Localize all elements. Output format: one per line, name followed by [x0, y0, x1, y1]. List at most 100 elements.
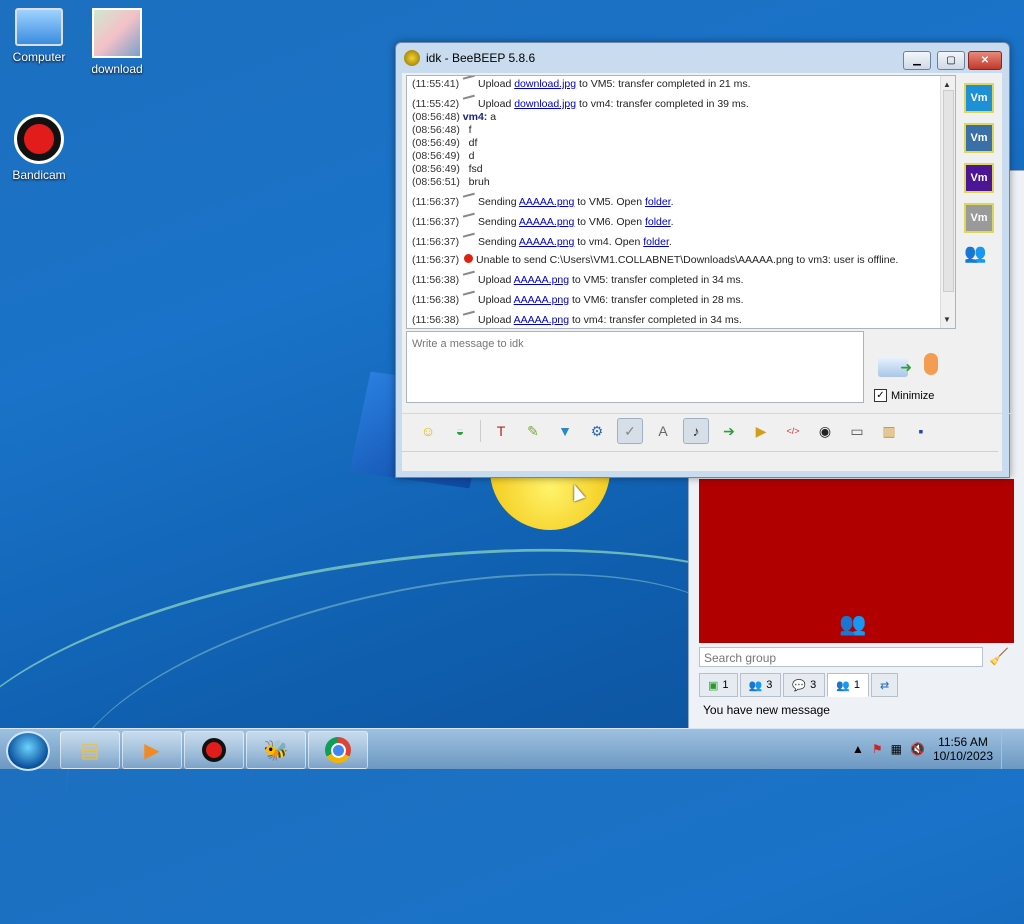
tab-count: 3 [810, 679, 817, 691]
nudge-button[interactable]: ◒ [448, 419, 472, 443]
log-row: (11:55:42) Upload download.jpg to vm4: t… [407, 94, 955, 111]
log-text: to vm4: transfer completed in 34 ms. [569, 314, 742, 326]
note-button[interactable]: ♪ [683, 418, 709, 444]
tab-online-users[interactable]: ▣ 1 [699, 673, 738, 697]
minimize-option[interactable]: ✓ Minimize [874, 389, 934, 402]
microphone-icon[interactable] [924, 353, 938, 375]
file-link[interactable]: AAAAA.png [519, 216, 574, 228]
search-group-input[interactable]: Search group [699, 647, 983, 667]
file-link[interactable]: AAAAA.png [514, 314, 569, 326]
log-text: to VM6. Open [574, 216, 645, 228]
chat-body: (11:55:41) Upload download.jpg to VM5: t… [402, 73, 1012, 471]
spellcheck-icon: ✓ [624, 422, 636, 439]
spellcheck-button[interactable]: ✓ [617, 418, 643, 444]
settings-button[interactable]: ⚙ [585, 419, 609, 443]
settings-icon: ⚙ [590, 422, 604, 439]
tab-groups[interactable]: 👥 3 [739, 673, 782, 697]
log-time: (11:55:42) [412, 98, 460, 110]
chat-scrollbar[interactable]: ▲ ▼ [940, 76, 955, 328]
desktop-icon-label: Bandicam [12, 168, 66, 182]
chat-log[interactable]: (11:55:41) Upload download.jpg to VM5: t… [406, 75, 956, 329]
show-desktop-button[interactable] [1001, 729, 1014, 769]
bandicam-icon [202, 738, 226, 762]
tab-users[interactable]: 👥 1 [827, 673, 870, 697]
minimize-button[interactable]: ▁ [903, 51, 931, 70]
close-button[interactable]: ✕ [968, 51, 1002, 70]
member-avatar[interactable]: Vm [964, 163, 994, 193]
filter-button[interactable]: ▼ [553, 419, 577, 443]
save-icon: ▭ [850, 422, 864, 439]
file-link[interactable]: AAAAA.png [514, 274, 569, 286]
desktop-icon-download[interactable]: download [82, 8, 152, 76]
file-link[interactable]: AAAAA.png [519, 236, 574, 248]
member-avatar[interactable]: Vm [964, 123, 994, 153]
upload-icon [462, 212, 478, 227]
taskbar-beebeep[interactable]: 🐝 [246, 731, 306, 769]
log-row: (08:56:48) f [407, 124, 955, 137]
file-link[interactable]: download.jpg [514, 78, 576, 90]
taskbar-media-player[interactable]: ▶ [122, 731, 182, 769]
log-row: (08:56:48) vm4: a [407, 111, 955, 124]
maximize-button[interactable]: ▢ [937, 51, 965, 70]
text-format-button[interactable]: A [651, 419, 675, 443]
log-time: (08:56:49) [412, 137, 460, 149]
network-icon[interactable]: ▦ [891, 742, 902, 756]
html-button[interactable]: </> [781, 419, 805, 443]
send-file-button[interactable]: ➔ [717, 419, 741, 443]
log-error-text: Unable to send C:\Users\VM1.COLLABNET\Do… [476, 254, 899, 266]
message-text: df [468, 137, 478, 149]
desktop-icon-bandicam[interactable]: Bandicam [4, 114, 74, 182]
share-icon: ⇄ [880, 679, 890, 692]
file-link[interactable]: download.jpg [514, 98, 576, 110]
bandicam-icon [14, 114, 64, 164]
filter-icon: ▼ [558, 423, 572, 439]
folder-link[interactable]: folder [645, 216, 671, 228]
volume-icon[interactable]: 🔇 [910, 742, 925, 756]
beebeep-icon: 🐝 [263, 739, 289, 762]
log-text: Upload [478, 78, 515, 90]
taskbar-bandicam[interactable] [184, 731, 244, 769]
message-text: a [487, 111, 497, 123]
clear-search-icon[interactable]: 🧹 [989, 647, 1009, 667]
action-center-icon[interactable]: ⚑ [872, 742, 883, 756]
color-button[interactable]: ✎ [521, 419, 545, 443]
log-text: to VM5: transfer completed in 34 ms. [569, 274, 744, 286]
file-link[interactable]: AAAAA.png [519, 196, 574, 208]
start-button[interactable] [6, 731, 50, 771]
folder-link[interactable]: folder [645, 196, 671, 208]
log-time: (11:56:38) [412, 314, 460, 326]
scroll-thumb[interactable] [943, 90, 954, 292]
floppy-icon: ▪ [918, 423, 924, 439]
send-icon[interactable] [878, 357, 912, 377]
history-button[interactable]: ▥ [877, 419, 901, 443]
save-button[interactable]: ▭ [845, 419, 869, 443]
clock[interactable]: 11:56 AM 10/10/2023 [933, 735, 993, 763]
file-link[interactable]: AAAAA.png [514, 294, 569, 306]
log-time: (11:56:38) [412, 294, 460, 306]
taskbar-explorer[interactable]: ▤ [60, 731, 120, 769]
taskbar-chrome[interactable] [308, 731, 368, 769]
tab-chats[interactable]: 💬 3 [783, 673, 826, 697]
member-avatar[interactable]: Vm [964, 203, 994, 233]
add-members-icon[interactable]: 👥 [964, 243, 992, 265]
log-time: (08:56:49) [412, 163, 460, 175]
desktop-icon-computer[interactable]: Computer [4, 8, 74, 64]
log-text: Upload [478, 314, 514, 326]
show-hidden-icons-icon[interactable]: ▲ [852, 742, 864, 756]
message-input[interactable]: Write a message to idk [406, 331, 864, 403]
send-folder-icon: ▶ [755, 422, 767, 439]
emoji-button[interactable]: ☺ [416, 419, 440, 443]
minimize-checkbox[interactable]: ✓ [874, 389, 887, 402]
toolbar-separator [480, 420, 481, 442]
log-time: (08:56:49) [412, 150, 460, 162]
send-folder-button[interactable]: ▶ [749, 419, 773, 443]
screenshot-button[interactable]: ◉ [813, 419, 837, 443]
folder-link[interactable]: folder [643, 236, 669, 248]
log-text: Upload [478, 98, 515, 110]
floppy-button[interactable]: ▪ [909, 419, 933, 443]
member-avatar[interactable]: Vm [964, 83, 994, 113]
upload-icon [462, 76, 478, 89]
font-button[interactable]: T [489, 419, 513, 443]
scroll-down-icon[interactable]: ▼ [943, 313, 951, 326]
tab-share[interactable]: ⇄ [871, 673, 899, 697]
